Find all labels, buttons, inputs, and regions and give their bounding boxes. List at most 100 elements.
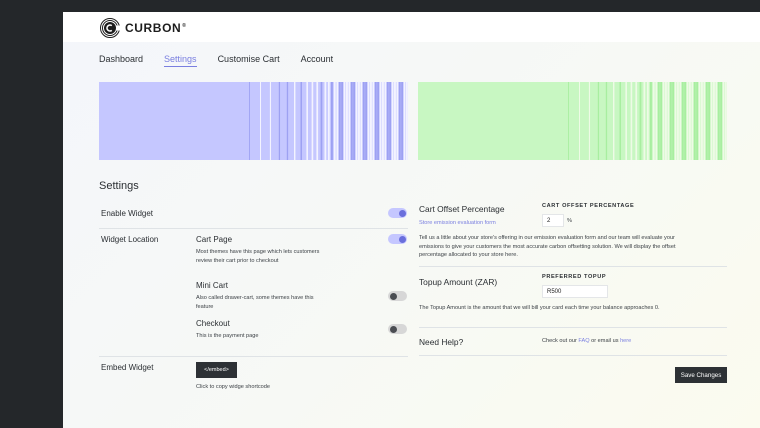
banner-stripe (320, 82, 323, 160)
divider (99, 228, 408, 229)
banner-purple (99, 82, 408, 160)
banner-stripe (579, 82, 581, 160)
banner-stripe (703, 82, 706, 160)
enable-widget-label: Enable Widget (101, 209, 154, 218)
divider (419, 266, 727, 267)
checkout-toggle[interactable] (388, 324, 407, 334)
banner-stripe (630, 82, 633, 160)
topup-amount-field[interactable]: R500 (542, 285, 608, 298)
banner-stripe (384, 82, 387, 160)
curbon-logo-icon (100, 18, 121, 38)
banner-stripe (300, 82, 302, 160)
banner-stripe (655, 82, 658, 160)
banner-purple-stripes (249, 82, 408, 160)
brand-name: CURBON® (125, 21, 187, 35)
banner-stripe (646, 82, 649, 160)
banner-stripe (677, 82, 679, 160)
save-changes-button[interactable]: Save Changes (675, 367, 727, 383)
banner-stripe (643, 82, 646, 160)
main-nav: Dashboard Settings Customise Cart Accoun… (99, 54, 333, 67)
banner-green (418, 82, 727, 160)
banner-stripe (696, 82, 699, 160)
topup-title: Topup Amount (ZAR) (419, 277, 498, 287)
banner-stripe (686, 82, 689, 160)
banner-stripe (722, 82, 725, 160)
embed-widget-label: Embed Widget (101, 363, 154, 372)
banner-stripe (635, 82, 638, 160)
banner-stripe (374, 82, 377, 160)
embed-caption: Click to copy widge shortcode (196, 384, 270, 390)
banner-stripe (720, 82, 723, 160)
banner-stripe (324, 82, 327, 160)
banner-stripe (619, 82, 621, 160)
banner-stripe (358, 82, 360, 160)
banner-stripe (403, 82, 406, 160)
banner-stripe (669, 82, 672, 160)
banner-stripe (294, 82, 296, 160)
banner-stripe (681, 82, 684, 160)
widget-location-label: Widget Location (101, 235, 159, 244)
curbon-logo[interactable]: CURBON® (99, 17, 187, 39)
banner-stripe (605, 82, 608, 160)
faq-link[interactable]: FAQ (578, 338, 589, 344)
banner-stripe (360, 82, 363, 160)
banner-stripe (715, 82, 718, 160)
cart-page-toggle[interactable] (388, 234, 407, 244)
banner-stripe (353, 82, 356, 160)
banner-stripe (398, 82, 401, 160)
divider (419, 355, 727, 356)
cart-page-title: Cart Page (196, 235, 233, 244)
banner-stripe (568, 82, 569, 160)
banner-stripe (662, 82, 665, 160)
banner-stripe (372, 82, 375, 160)
emission-form-link[interactable]: Store emission evaluation form (419, 219, 496, 228)
toggle-knob (389, 325, 397, 333)
offset-title: Cart Offset Percentage (419, 204, 505, 214)
nav-customise-cart[interactable]: Customise Cart (218, 54, 280, 67)
mini-cart-title: Mini Cart (196, 281, 229, 290)
banner-stripe (331, 82, 333, 160)
banner-stripe (725, 82, 727, 160)
banner-green-stripes (568, 82, 727, 160)
banner-stripe (394, 82, 396, 160)
banner-stripe (691, 82, 694, 160)
toggle-knob (398, 209, 406, 217)
toggle-knob (389, 292, 397, 300)
help-text: Check out our FAQ or email us here (542, 338, 632, 344)
banner-stripe (306, 82, 308, 160)
need-help-title: Need Help? (419, 337, 464, 347)
banner-stripe (278, 82, 281, 160)
nav-dashboard[interactable]: Dashboard (99, 54, 143, 67)
offset-description: Tell us a little about your store's offe… (419, 235, 676, 258)
embed-code-button[interactable]: </embed> (196, 362, 237, 378)
offset-field-caption: Cart Offset Percentage (542, 203, 635, 209)
banner-stripe (382, 82, 384, 160)
banner-stripe (377, 82, 380, 160)
offset-unit: % (567, 218, 572, 224)
divider (99, 356, 408, 357)
cart-page-description: Most themes have this page which lets cu… (196, 249, 320, 264)
email-here-link[interactable]: here (620, 338, 631, 344)
banner-stripe (717, 82, 720, 160)
banner-stripe (286, 82, 289, 160)
enable-widget-toggle[interactable] (388, 208, 407, 218)
banner-stripe (652, 82, 655, 160)
banner-stripe (713, 82, 715, 160)
banner-stripe (657, 82, 660, 160)
banner-stripe (639, 82, 642, 160)
banner-stripe (355, 82, 358, 160)
offset-percentage-field[interactable]: 2 (542, 214, 564, 227)
banner-stripe (710, 82, 713, 160)
checkout-description: This is the payment page (196, 333, 259, 339)
banner-stripe (708, 82, 711, 160)
mini-cart-toggle[interactable] (388, 291, 407, 301)
banner-stripe (693, 82, 696, 160)
banner-stripe (379, 82, 382, 160)
banner-stripe (338, 82, 341, 160)
checkout-title: Checkout (196, 319, 230, 328)
banner-stripe (613, 82, 615, 160)
banner-stripe (684, 82, 687, 160)
top-bar: CURBON® (63, 12, 760, 42)
nav-account[interactable]: Account (301, 54, 334, 67)
nav-settings[interactable]: Settings (164, 54, 197, 67)
